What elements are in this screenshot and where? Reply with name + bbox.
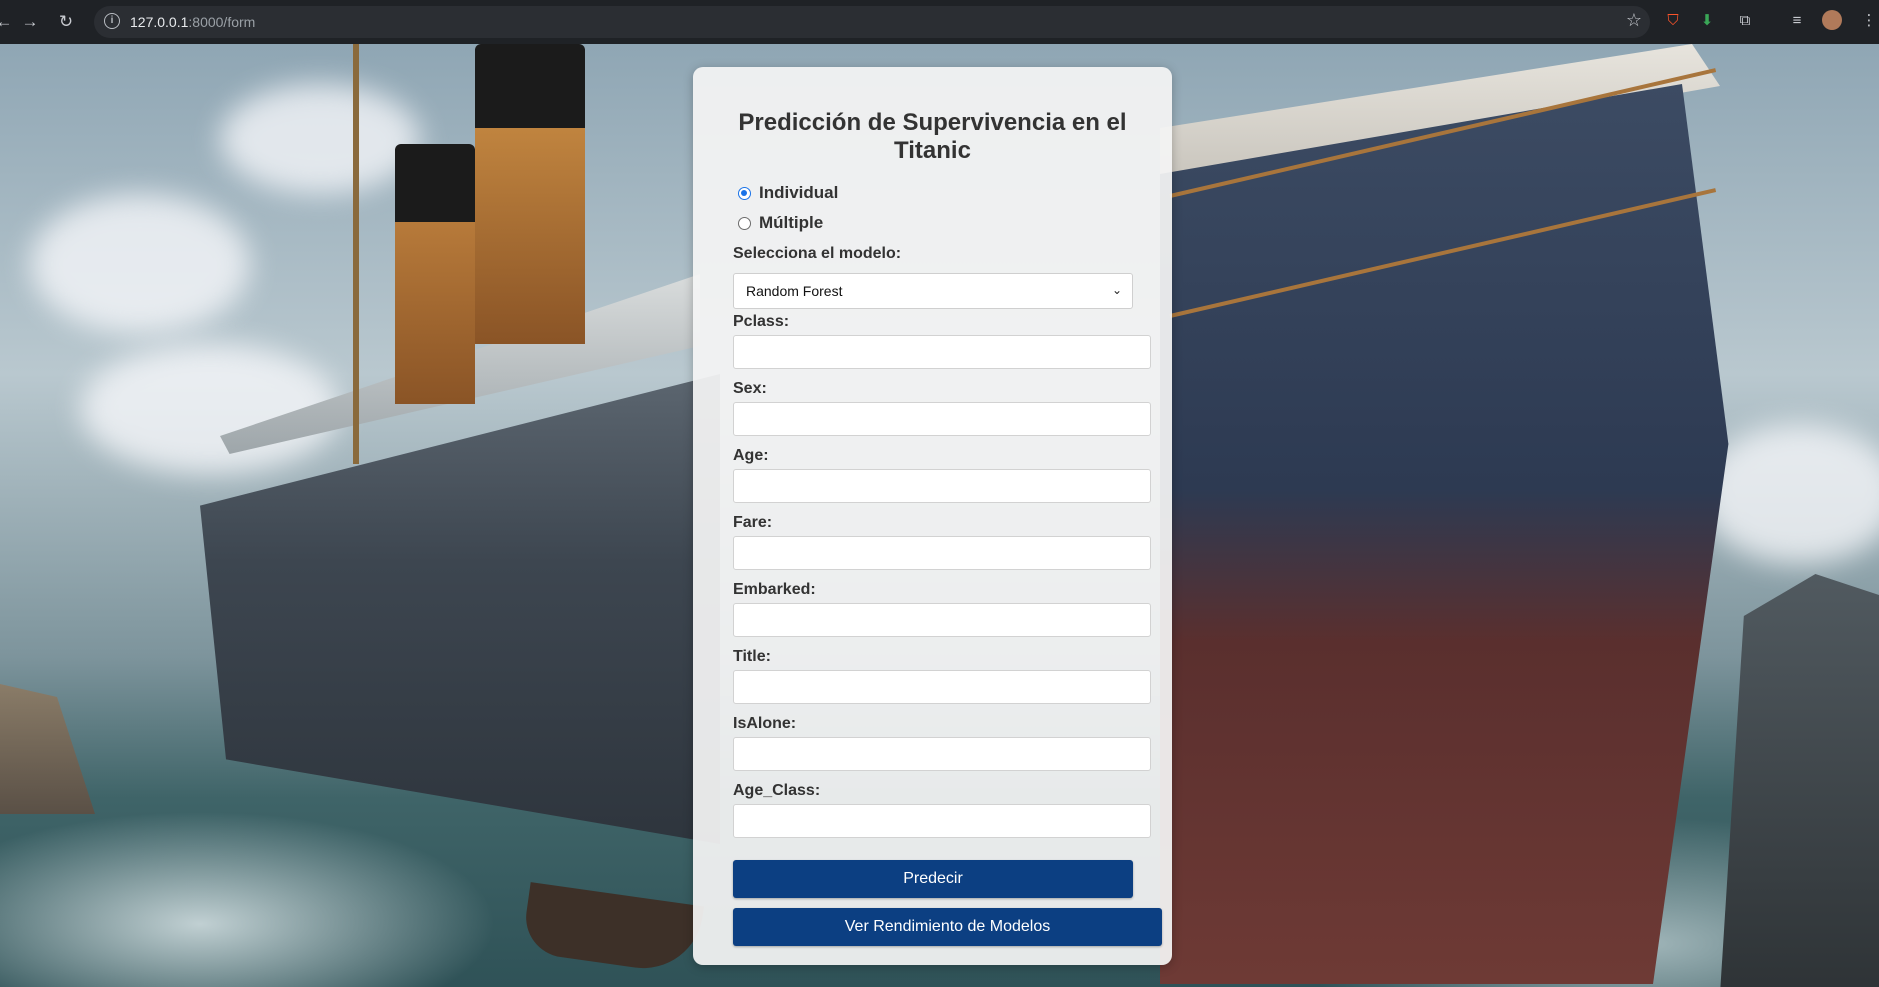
model-select-value: Random Forest xyxy=(746,283,843,299)
cloud-shape xyxy=(30,194,250,334)
view-model-performance-button[interactable]: Ver Rendimiento de Modelos xyxy=(733,908,1162,946)
url-text[interactable]: 127.0.0.1:8000/form xyxy=(130,14,255,30)
cliff-left xyxy=(0,684,95,814)
field-label-fare: Fare: xyxy=(733,514,773,531)
radio-multiple[interactable] xyxy=(738,216,751,230)
media-controls-icon[interactable]: ≡ xyxy=(1786,10,1808,32)
address-bar[interactable]: i 127.0.0.1:8000/form ☆ xyxy=(94,6,1650,38)
ship-funnel xyxy=(475,44,585,344)
isalone-input[interactable] xyxy=(733,737,1151,771)
field-label-pclass: Pclass: xyxy=(733,313,790,330)
embarked-input[interactable] xyxy=(733,603,1151,637)
browser-menu-icon[interactable]: ⋮ xyxy=(1858,10,1879,32)
forward-arrow-icon[interactable]: → xyxy=(18,10,42,34)
title-input[interactable] xyxy=(733,670,1151,704)
radio-individual[interactable] xyxy=(738,186,751,200)
extensions-puzzle-icon[interactable]: ⧉ xyxy=(1734,10,1756,32)
model-select[interactable]: Random Forest ⌄ xyxy=(733,273,1133,309)
reload-icon[interactable]: ↻ xyxy=(54,10,78,34)
prediction-form-card: Predicción de Supervivencia en el Titani… xyxy=(693,67,1172,965)
bookmark-star-icon[interactable]: ☆ xyxy=(1626,10,1642,31)
title-line-2: Titanic xyxy=(894,137,971,164)
url-host: 127.0.0.1 xyxy=(130,14,189,30)
ship-hull-right xyxy=(1160,84,1729,984)
site-info-icon[interactable]: i xyxy=(104,13,120,29)
rocks-right xyxy=(1720,574,1879,987)
fare-input[interactable] xyxy=(733,536,1151,570)
page-title: Predicción de Supervivencia en el Titani… xyxy=(693,109,1172,165)
ship-mast xyxy=(353,44,359,464)
mode-option-multiple[interactable]: Múltiple xyxy=(738,212,823,234)
profile-avatar-icon[interactable] xyxy=(1822,10,1842,30)
field-label-sex: Sex: xyxy=(733,380,767,397)
ship-funnel xyxy=(395,144,475,404)
field-label-age: Age: xyxy=(733,447,769,464)
brave-shield-icon[interactable]: ⛉ xyxy=(1662,10,1684,32)
page-viewport: Predicción de Supervivencia en el Titani… xyxy=(0,44,1879,987)
field-label-age-class: Age_Class: xyxy=(733,782,821,799)
pclass-input[interactable] xyxy=(733,335,1151,369)
back-arrow-icon[interactable]: ← xyxy=(0,10,16,34)
browser-toolbar: ← → ↻ i 127.0.0.1:8000/form ☆ ⛉ ⬇ ⧉ ≡ ⋮ xyxy=(0,0,1879,45)
radio-individual-label: Individual xyxy=(759,183,839,202)
model-select-label: Selecciona el modelo: xyxy=(733,245,902,262)
field-label-isalone: IsAlone: xyxy=(733,715,797,732)
age-input[interactable] xyxy=(733,469,1151,503)
chevron-down-icon: ⌄ xyxy=(1111,283,1123,297)
radio-multiple-label: Múltiple xyxy=(759,213,824,232)
url-path: :8000/form xyxy=(188,14,256,30)
cloud-shape xyxy=(220,84,420,194)
age-class-input[interactable] xyxy=(733,804,1151,838)
extension-green-icon[interactable]: ⬇ xyxy=(1696,10,1718,32)
title-line-1: Predicción de Supervivencia en el xyxy=(738,109,1127,136)
predict-button[interactable]: Predecir xyxy=(733,860,1133,898)
field-label-title: Title: xyxy=(733,648,771,665)
mode-option-individual[interactable]: Individual xyxy=(738,182,838,204)
field-label-embarked: Embarked: xyxy=(733,581,816,598)
lifeboat xyxy=(520,882,705,976)
sex-input[interactable] xyxy=(733,402,1151,436)
